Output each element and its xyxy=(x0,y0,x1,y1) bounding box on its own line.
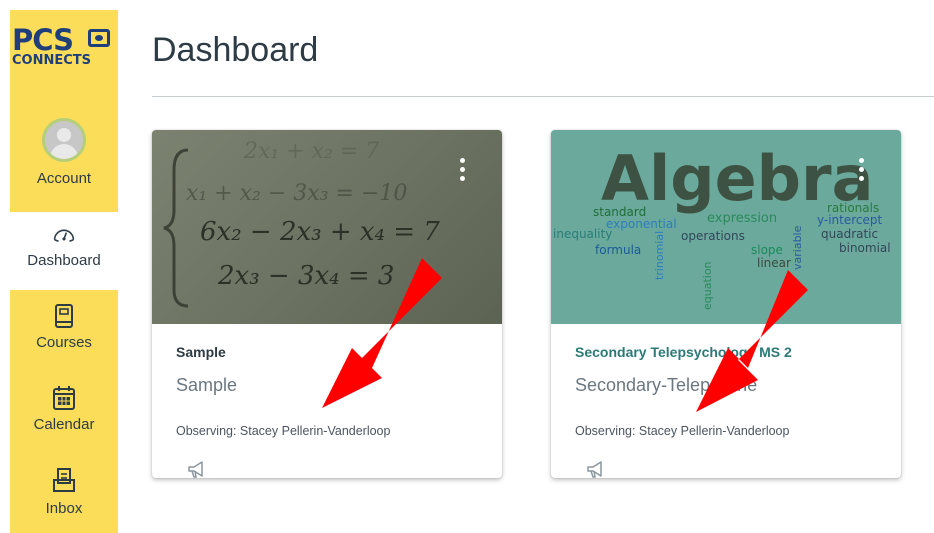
word-linear: linear xyxy=(757,256,791,270)
word-y-intercept: y-intercept xyxy=(817,213,883,227)
word-equation: equation xyxy=(701,261,714,310)
announcement-megaphone-icon[interactable] xyxy=(585,460,607,478)
course-code[interactable]: Sample xyxy=(176,344,226,361)
course-card[interactable]: 2x₁ + x₂ = 7 x₁ + x₂ − 3x₃ = −10 6x₂ − 2… xyxy=(152,130,502,478)
nav-label-calendar: Calendar xyxy=(33,416,95,433)
algebra-word-cloud-image: Algebra standard expression exponential … xyxy=(553,142,891,310)
word-exponential: exponential xyxy=(606,217,677,231)
word-slope: slope xyxy=(751,243,783,257)
word-expression: expression xyxy=(707,211,777,226)
nav-item-dashboard[interactable]: Dashboard xyxy=(10,212,118,290)
announcement-megaphone-icon[interactable] xyxy=(186,460,208,478)
nav-item-courses[interactable]: Courses xyxy=(10,302,118,372)
nav-label-courses: Courses xyxy=(36,334,92,351)
equation-line-3: 6x₂ − 2x₃ + x₄ = 7 xyxy=(200,217,440,247)
equation-line-1: 2x₁ + x₂ = 7 xyxy=(243,139,379,164)
pcs-connects-logo[interactable]: PCS CONNECTS xyxy=(10,26,118,76)
course-name[interactable]: Sample xyxy=(176,375,237,397)
nav-item-inbox[interactable]: Inbox xyxy=(10,466,118,533)
course-card[interactable]: Algebra standard expression exponential … xyxy=(551,130,901,478)
course-code[interactable]: Secondary Telepsychology MS 2 xyxy=(575,344,792,361)
nav-label-inbox: Inbox xyxy=(45,500,83,517)
card-options-menu-icon[interactable] xyxy=(857,158,865,184)
logo-text-bottom: CONNECTS xyxy=(12,53,92,68)
course-card-image[interactable]: Algebra standard expression exponential … xyxy=(551,130,901,324)
word-inequality: inequality xyxy=(553,227,612,241)
calendar-icon xyxy=(53,386,75,410)
nav-label-dashboard: Dashboard xyxy=(27,252,101,269)
header-divider xyxy=(152,96,934,97)
course-name[interactable]: Secondary-Telepsyche xyxy=(575,375,757,397)
user-avatar-icon xyxy=(42,118,86,162)
course-card-image[interactable]: 2x₁ + x₂ = 7 x₁ + x₂ − 3x₃ = −10 6x₂ − 2… xyxy=(152,130,502,324)
page-title: Dashboard xyxy=(152,31,319,69)
word-formula: formula xyxy=(595,243,641,257)
math-equations-image: 2x₁ + x₂ = 7 x₁ + x₂ − 3x₃ = −10 6x₂ − 2… xyxy=(163,139,440,308)
word-trinomial: trinomial xyxy=(653,231,666,280)
word-quadratic: quadratic xyxy=(821,227,878,241)
observing-label: Observing: Stacey Pellerin-Vanderloop xyxy=(575,424,790,438)
word-binomial: binomial xyxy=(839,241,891,255)
equation-line-4: 2x₃ − 3x₄ = 3 xyxy=(217,261,394,291)
book-icon xyxy=(55,304,73,328)
dashboard-gauge-icon xyxy=(53,229,75,243)
nav-label-account: Account xyxy=(36,170,92,187)
word-variable: variable xyxy=(791,225,804,270)
equation-line-2: x₁ + x₂ − 3x₃ = −10 xyxy=(186,181,407,206)
nav-item-account[interactable]: Account xyxy=(10,118,118,208)
observing-label: Observing: Stacey Pellerin-Vanderloop xyxy=(176,424,391,438)
logo-text-top: PCS xyxy=(12,23,74,57)
laptop-logo-icon xyxy=(88,29,110,47)
card-options-menu-icon[interactable] xyxy=(458,158,466,184)
global-navigation: PCS CONNECTS Account Dashboard Courses C… xyxy=(0,0,118,533)
nav-item-calendar[interactable]: Calendar xyxy=(10,384,118,454)
word-operations: operations xyxy=(681,229,745,243)
inbox-icon xyxy=(53,468,75,492)
